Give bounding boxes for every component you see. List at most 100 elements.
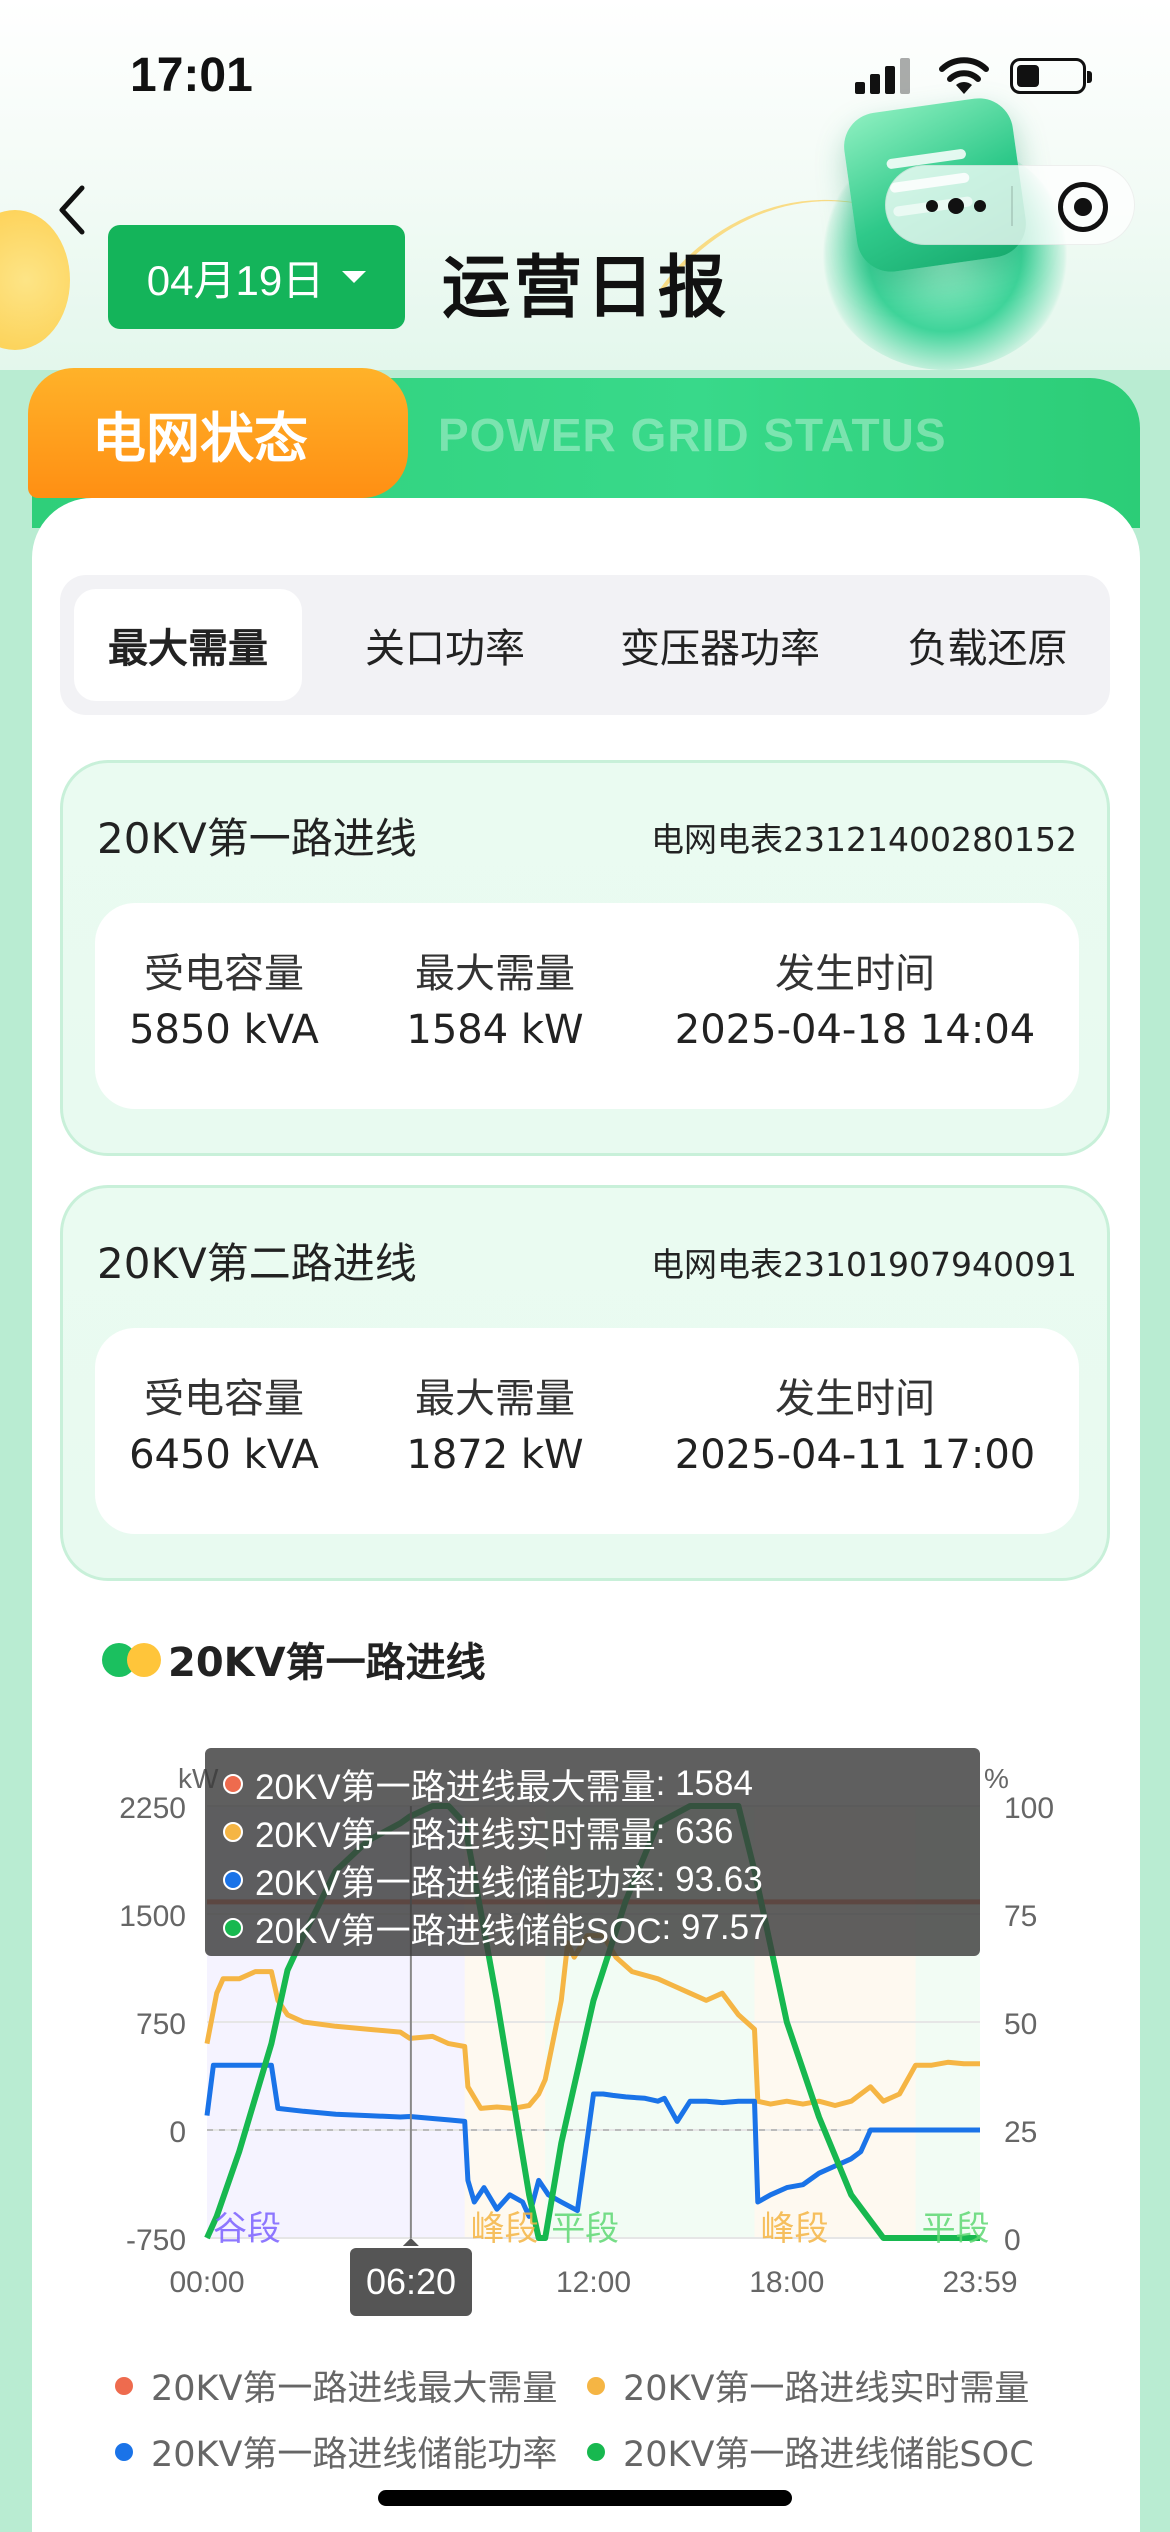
back-chevron-icon[interactable] xyxy=(48,180,98,240)
y-left-tick-label: 750 xyxy=(136,2008,186,2041)
caret-down-icon xyxy=(342,271,367,283)
y-right-tick-label: 0 xyxy=(1004,2224,1021,2257)
section-title-english: POWER GRID STATUS xyxy=(438,409,947,461)
period-label: 峰段 xyxy=(471,2209,539,2249)
line-name: 20KV第一路进线 xyxy=(97,814,417,863)
legend-item-storage-soc[interactable]: 20KV第一路进线储能SOC xyxy=(587,2426,1034,2477)
tooltip-label: 20KV第一路进线实时需量 xyxy=(255,1815,656,1855)
section-title-label: 电网状态 xyxy=(92,406,308,470)
chart-title: 20KV第一路进线 xyxy=(168,1640,486,1686)
y-right-tick-label: 50 xyxy=(1004,2008,1037,2041)
capacity-label: 受电容量 xyxy=(144,1376,304,1422)
capacity-value: 5850 kVA xyxy=(129,1007,319,1053)
legend-label: 20KV第一路进线储能SOC xyxy=(623,2435,1034,2475)
tooltip-value: 97.57 xyxy=(680,1908,769,1947)
line-name: 20KV第二路进线 xyxy=(97,1239,417,1288)
y-left-tick-label: 1500 xyxy=(119,1900,186,1933)
legend-dot xyxy=(115,2442,133,2461)
legend-label: 20KV第一路进线实时需量 xyxy=(623,2369,1030,2409)
period-label: 平段 xyxy=(922,2209,990,2249)
page-title: 运营日报 xyxy=(442,249,731,328)
tooltip-row: 20KV第一路进线最大需量: 1584 xyxy=(223,1760,980,1808)
meter-id: 电网电表23101907940091 xyxy=(651,1245,1077,1284)
tab-max-demand[interactable]: 最大需量 xyxy=(74,589,302,701)
legend-item-realtime-demand[interactable]: 20KV第一路进线实时需量 xyxy=(587,2360,1029,2411)
date-picker-button[interactable]: 04月19日 xyxy=(108,225,405,329)
more-options-icon[interactable] xyxy=(926,190,996,222)
tooltip-label: 20KV第一路进线储能SOC xyxy=(255,1911,662,1951)
y-right-tick-label: 100 xyxy=(1004,1792,1054,1825)
x-tick-label: 12:00 xyxy=(556,2266,631,2299)
tooltip-dot xyxy=(223,1918,243,1938)
meter-id: 电网电表23121400280152 xyxy=(651,820,1077,859)
occurrence-time-stat: 发生时间 2025-04-18 14:04 xyxy=(650,941,1060,1053)
tooltip-label: 20KV第一路进线最大需量 xyxy=(255,1767,656,1807)
tab-load-restore[interactable]: 负载还原 xyxy=(875,589,1100,701)
tab-bar: 最大需量 关口功率 变压器功率 负载还原 xyxy=(60,575,1110,715)
legend-dot xyxy=(587,2376,605,2395)
status-bar-time: 17:01 xyxy=(130,49,253,102)
legend-item-max-demand[interactable]: 20KV第一路进线最大需量 xyxy=(115,2360,557,2411)
wifi-icon xyxy=(939,57,989,94)
line-stats: 受电容量 5850 kVA 最大需量 1584 kW 发生时间 2025-04-… xyxy=(95,903,1079,1109)
tooltip-label: 20KV第一路进线储能功率 xyxy=(255,1863,656,1903)
date-label: 04月19日 xyxy=(146,256,325,304)
y-left-tick-label: 2250 xyxy=(119,1792,186,1825)
incoming-line-card-2: 20KV第二路进线 电网电表23101907940091 受电容量 6450 k… xyxy=(60,1185,1110,1581)
max-demand-value: 1872 kW xyxy=(406,1432,584,1478)
period-label: 谷段 xyxy=(213,2209,281,2249)
y-right-tick-label: 75 xyxy=(1004,1900,1037,1933)
legend-label: 20KV第一路进线储能功率 xyxy=(151,2435,558,2475)
x-tick-label: 23:59 xyxy=(942,2266,1017,2299)
y-left-tick-label: 0 xyxy=(169,2116,186,2149)
period-label: 峰段 xyxy=(761,2209,829,2249)
legend-dot xyxy=(115,2376,133,2395)
tooltip-value: 636 xyxy=(675,1812,734,1851)
crosshair-time-label: 06:20 xyxy=(350,2248,472,2316)
legend-dot xyxy=(587,2442,605,2461)
tooltip-dot xyxy=(223,1822,243,1842)
occurrence-time-value: 2025-04-11 17:00 xyxy=(674,1432,1036,1478)
chart-title-dot-yellow xyxy=(127,1643,161,1677)
section-title: 电网状态 xyxy=(28,368,408,498)
tab-transformer-power[interactable]: 变压器功率 xyxy=(585,589,855,701)
capacity-label: 受电容量 xyxy=(144,951,304,997)
max-demand-value: 1584 kW xyxy=(406,1007,584,1053)
y-left-tick-label: -750 xyxy=(126,2224,186,2257)
capacity-stat: 受电容量 6450 kVA xyxy=(115,1366,333,1478)
max-demand-label: 最大需量 xyxy=(415,951,575,997)
max-demand-label: 最大需量 xyxy=(415,1376,575,1422)
y-right-unit: % xyxy=(984,1763,1009,1794)
occurrence-time-label: 发生时间 xyxy=(775,951,935,997)
legend-item-storage-power[interactable]: 20KV第一路进线储能功率 xyxy=(115,2426,557,2477)
line-stats: 受电容量 6450 kVA 最大需量 1872 kW 发生时间 2025-04-… xyxy=(95,1328,1079,1534)
max-demand-stat: 最大需量 1872 kW xyxy=(385,1366,605,1478)
tooltip-dot xyxy=(223,1870,243,1890)
tooltip-value: 93.63 xyxy=(675,1860,763,1899)
legend-label: 20KV第一路进线最大需量 xyxy=(151,2369,558,2409)
occurrence-time-label: 发生时间 xyxy=(775,1376,935,1422)
close-miniprogram-icon[interactable] xyxy=(1058,182,1108,232)
x-tick-label: 00:00 xyxy=(169,2266,244,2299)
capsule-divider xyxy=(1011,186,1013,226)
x-tick-label: 18:00 xyxy=(749,2266,824,2299)
crosshair-pointer xyxy=(402,2238,419,2246)
tooltip-row: 20KV第一路进线储能功率: 93.63 xyxy=(223,1856,980,1904)
tooltip-value: 1584 xyxy=(675,1764,753,1803)
tooltip-row: 20KV第一路进线储能SOC: 97.57 xyxy=(223,1904,980,1952)
occurrence-time-value: 2025-04-18 14:04 xyxy=(674,1007,1036,1053)
capacity-stat: 受电容量 5850 kVA xyxy=(115,941,333,1053)
tooltip-dot xyxy=(223,1774,243,1794)
home-indicator xyxy=(378,2490,792,2506)
max-demand-stat: 最大需量 1584 kW xyxy=(385,941,605,1053)
period-label: 平段 xyxy=(551,2209,619,2249)
occurrence-time-stat: 发生时间 2025-04-11 17:00 xyxy=(650,1366,1060,1478)
incoming-line-card-1: 20KV第一路进线 电网电表23121400280152 受电容量 5850 k… xyxy=(60,760,1110,1156)
capacity-value: 6450 kVA xyxy=(129,1432,319,1478)
cellular-signal-icon xyxy=(855,56,915,94)
tooltip-row: 20KV第一路进线实时需量: 636 xyxy=(223,1808,980,1856)
chart-tooltip: 20KV第一路进线最大需量: 1584 20KV第一路进线实时需量: 636 2… xyxy=(205,1748,980,1956)
miniprogram-capsule xyxy=(885,165,1135,245)
tab-gateway-power[interactable]: 关口功率 xyxy=(330,589,560,701)
y-right-tick-label: 25 xyxy=(1004,2116,1037,2149)
